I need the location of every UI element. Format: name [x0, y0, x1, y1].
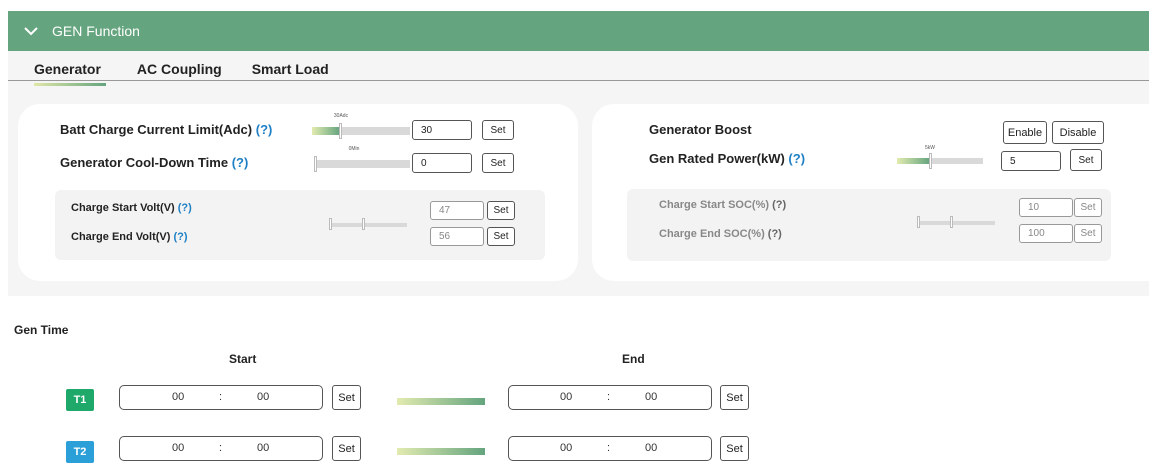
- charge-end-volt-input[interactable]: 56: [430, 227, 484, 246]
- help-icon[interactable]: (?): [232, 155, 249, 170]
- hour-field[interactable]: 00: [172, 442, 184, 454]
- cooldown-input[interactable]: 0: [412, 153, 472, 173]
- batt-charge-slider[interactable]: 30Adc: [312, 113, 410, 139]
- charge-end-volt-set-button[interactable]: Set: [487, 227, 515, 246]
- slider-tooltip: 5kW: [925, 145, 935, 151]
- slider-fill: [312, 127, 340, 135]
- charge-start-volt-input[interactable]: 47: [430, 201, 484, 220]
- help-icon[interactable]: (?): [772, 199, 786, 211]
- charge-volt-range-slider[interactable]: [329, 218, 407, 230]
- charge-end-soc-text: Charge End SOC(%): [659, 228, 765, 240]
- gen-time-title: Gen Time: [14, 323, 69, 337]
- start-column-header: Start: [229, 352, 257, 366]
- t1-end-set-button[interactable]: Set: [720, 385, 749, 410]
- cooldown-label-text: Generator Cool-Down Time: [60, 155, 229, 170]
- slider-handle-min[interactable]: [917, 216, 920, 228]
- t2-start-time-input[interactable]: 00 : 00: [119, 436, 323, 461]
- hour-field[interactable]: 00: [560, 442, 572, 454]
- hour-field[interactable]: 00: [560, 391, 572, 403]
- charge-end-soc-set-button[interactable]: Set: [1074, 224, 1102, 243]
- minute-field[interactable]: 00: [257, 391, 269, 403]
- charge-start-volt-set-button[interactable]: Set: [487, 201, 515, 220]
- batt-charge-label: Batt Charge Current Limit(Adc) (?): [60, 122, 272, 137]
- slider-handle[interactable]: [339, 123, 342, 139]
- end-column-header: End: [622, 352, 645, 366]
- help-icon[interactable]: (?): [178, 202, 192, 214]
- section-title: GEN Function: [52, 23, 140, 39]
- slider-fill: [897, 158, 930, 164]
- help-icon[interactable]: (?): [256, 122, 273, 137]
- time-separator: :: [607, 391, 611, 403]
- period-badge-t1: T1: [66, 389, 94, 411]
- generator-boost-label: Generator Boost: [649, 122, 752, 137]
- chevron-down-icon[interactable]: [24, 24, 38, 38]
- time-separator: :: [219, 442, 223, 454]
- help-icon[interactable]: (?): [173, 231, 187, 243]
- charge-start-volt-label: Charge Start Volt(V) (?): [71, 202, 192, 214]
- t1-end-time-input[interactable]: 00 : 00: [508, 385, 712, 410]
- batt-charge-input[interactable]: 30: [412, 120, 472, 140]
- charge-soc-panel: Charge Start SOC(%) (?) Charge End SOC(%…: [627, 189, 1111, 261]
- tab-divider: [8, 80, 1149, 81]
- rated-power-set-button[interactable]: Set: [1070, 149, 1102, 171]
- slider-tooltip: 0Min: [348, 146, 360, 152]
- minute-field[interactable]: 00: [257, 442, 269, 454]
- rated-power-slider[interactable]: 5kW: [897, 145, 983, 169]
- charge-start-soc-set-button[interactable]: Set: [1074, 198, 1102, 217]
- generator-settings-card: Batt Charge Current Limit(Adc) (?) 30Adc…: [18, 104, 578, 281]
- rated-power-label: Gen Rated Power(kW) (?): [649, 151, 805, 166]
- charge-start-soc-text: Charge Start SOC(%): [659, 199, 770, 211]
- charge-end-soc-label: Charge End SOC(%) (?): [659, 228, 782, 240]
- boost-enable-button[interactable]: Enable: [1003, 121, 1047, 144]
- charge-start-soc-label: Charge Start SOC(%) (?): [659, 199, 786, 211]
- t1-time-bar: [397, 398, 485, 405]
- t2-end-set-button[interactable]: Set: [720, 436, 749, 461]
- charge-volt-panel: Charge Start Volt(V) (?) Charge End Volt…: [55, 190, 545, 260]
- hour-field[interactable]: 00: [172, 391, 184, 403]
- help-icon[interactable]: (?): [788, 151, 805, 166]
- minute-field[interactable]: 00: [645, 391, 657, 403]
- charge-soc-range-slider[interactable]: [917, 216, 995, 228]
- help-icon[interactable]: (?): [768, 228, 782, 240]
- t1-start-time-input[interactable]: 00 : 00: [119, 385, 323, 410]
- time-separator: :: [219, 391, 223, 403]
- cooldown-label: Generator Cool-Down Time (?): [60, 155, 248, 170]
- batt-charge-set-button[interactable]: Set: [482, 120, 514, 140]
- charge-start-soc-input[interactable]: 10: [1019, 198, 1073, 217]
- slider-tooltip: 30Adc: [333, 113, 349, 119]
- slider-handle-max[interactable]: [950, 216, 953, 228]
- generator-boost-card: Generator Boost Enable Disable Gen Rated…: [592, 104, 1149, 281]
- minute-field[interactable]: 00: [645, 442, 657, 454]
- charge-end-soc-input[interactable]: 100: [1019, 224, 1073, 243]
- slider-handle-min[interactable]: [329, 218, 332, 230]
- charge-end-volt-label: Charge End Volt(V) (?): [71, 231, 188, 243]
- t1-start-set-button[interactable]: Set: [332, 385, 361, 410]
- period-badge-t2: T2: [66, 441, 94, 463]
- gen-function-header[interactable]: GEN Function: [8, 11, 1149, 51]
- slider-handle[interactable]: [314, 156, 317, 172]
- boost-disable-button[interactable]: Disable: [1052, 121, 1104, 144]
- charge-start-volt-text: Charge Start Volt(V): [71, 202, 175, 214]
- t2-start-set-button[interactable]: Set: [332, 436, 361, 461]
- t2-time-bar: [397, 448, 485, 455]
- slider-handle-max[interactable]: [362, 218, 365, 230]
- t2-end-time-input[interactable]: 00 : 00: [508, 436, 712, 461]
- slider-handle[interactable]: [929, 153, 932, 169]
- gen-function-page: GEN Function Generator AC Coupling Smart…: [0, 0, 1149, 463]
- rated-power-label-text: Gen Rated Power(kW): [649, 151, 785, 166]
- batt-charge-label-text: Batt Charge Current Limit(Adc): [60, 122, 253, 137]
- charge-end-volt-text: Charge End Volt(V): [71, 231, 171, 243]
- time-separator: :: [607, 442, 611, 454]
- cooldown-slider[interactable]: 0Min: [314, 146, 410, 172]
- rated-power-input[interactable]: 5: [1001, 151, 1061, 171]
- cooldown-set-button[interactable]: Set: [482, 153, 514, 173]
